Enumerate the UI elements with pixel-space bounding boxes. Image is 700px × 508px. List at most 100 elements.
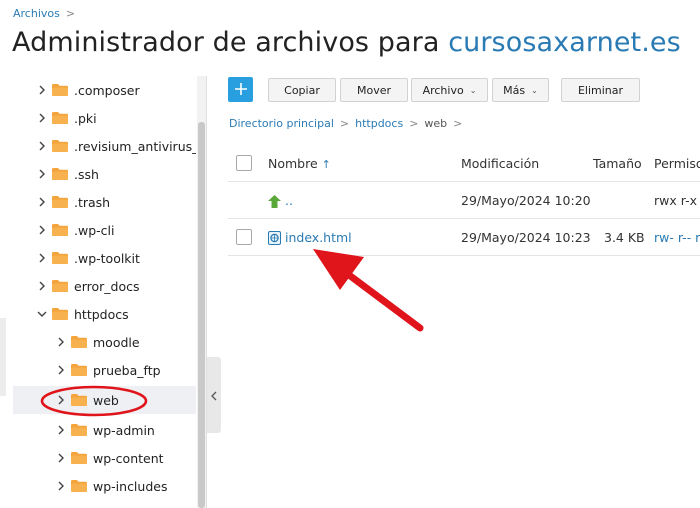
tree-item-trash[interactable]: .trash: [13, 188, 196, 216]
tree-item-label: moodle: [93, 334, 140, 350]
directory-breadcrumb: Directorio principal > httpdocs > web >: [229, 117, 468, 130]
folder-open-icon: [52, 308, 68, 320]
tree-item-label: .composer: [74, 82, 140, 98]
chevron-right-icon[interactable]: [36, 85, 48, 95]
move-button[interactable]: Mover: [340, 78, 408, 102]
permissions-link[interactable]: rw- r-- r: [654, 230, 700, 245]
parent-directory-link[interactable]: ..: [285, 193, 293, 208]
folder-icon: [52, 84, 68, 96]
chevron-down-icon[interactable]: [36, 310, 48, 318]
tree-item-wp-includes[interactable]: wp-includes: [13, 472, 196, 500]
chevron-right-icon[interactable]: [36, 253, 48, 263]
chevron-right-icon[interactable]: [55, 481, 67, 491]
chevron-right-icon[interactable]: [36, 225, 48, 235]
chevron-right-icon[interactable]: [36, 113, 48, 123]
breadcrumb-home-link[interactable]: Directorio principal: [229, 117, 334, 130]
more-menu-button[interactable]: Más ⌄: [492, 78, 549, 102]
chevron-right-icon[interactable]: [55, 365, 67, 375]
tree-item-label: .wp-toolkit: [74, 250, 140, 266]
chevron-right-icon[interactable]: [36, 169, 48, 179]
tree-item-label: .revisium_antivirus_ca: [74, 138, 196, 154]
up-arrow-icon: [268, 193, 281, 212]
tree-item-composer[interactable]: .composer: [13, 76, 196, 104]
folder-tree: .composer .pki .revisium_antivirus_ca .s…: [0, 76, 196, 508]
column-header-name[interactable]: Nombre ↑: [268, 156, 331, 171]
folder-icon: [71, 480, 87, 492]
chevron-right-icon[interactable]: [55, 453, 67, 463]
tree-item-label: .ssh: [74, 166, 99, 182]
chevron-right-icon[interactable]: [36, 281, 48, 291]
tree-item-label: wp-content: [93, 450, 164, 466]
column-header-modified-label: Modificación: [461, 156, 540, 171]
table-divider: [228, 218, 700, 219]
tree-item-label: wp-admin: [93, 422, 155, 438]
tree-item-httpdocs[interactable]: httpdocs: [13, 300, 196, 328]
tree-item-wp-content[interactable]: wp-content: [13, 444, 196, 472]
chevron-right-icon[interactable]: [55, 337, 67, 347]
delete-button[interactable]: Eliminar: [561, 78, 640, 102]
file-link-index-html[interactable]: index.html: [285, 230, 352, 245]
column-header-size-label: Tamaño: [593, 156, 642, 171]
left-panel-edge: [0, 318, 6, 396]
folder-icon: [52, 168, 68, 180]
tree-item-error-docs[interactable]: error_docs: [13, 272, 196, 300]
folder-icon: [52, 280, 68, 292]
chevron-down-icon: ⌄: [531, 85, 538, 95]
breadcrumb-files-link[interactable]: Archivos: [13, 7, 60, 20]
chevron-left-icon: [211, 386, 217, 405]
folder-icon: [71, 364, 87, 376]
breadcrumb-separator: >: [409, 117, 419, 130]
tree-item-ssh[interactable]: .ssh: [13, 160, 196, 188]
file-menu-label: Archivo: [422, 83, 464, 97]
chevron-right-icon[interactable]: [36, 197, 48, 207]
tree-item-wp-toolkit[interactable]: .wp-toolkit: [13, 244, 196, 272]
tree-item-pki[interactable]: .pki: [13, 104, 196, 132]
tree-item-wp-cli[interactable]: .wp-cli: [13, 216, 196, 244]
folder-icon: [52, 196, 68, 208]
chevron-right-icon[interactable]: [36, 141, 48, 151]
folder-icon: [71, 336, 87, 348]
tree-item-prueba-ftp[interactable]: prueba_ftp: [13, 356, 196, 384]
size-cell: 3.4 KB: [604, 230, 645, 245]
tree-item-label: wp-includes: [93, 478, 168, 494]
tree-item-revisium-antivirus[interactable]: .revisium_antivirus_ca: [13, 132, 196, 160]
folder-icon: [52, 252, 68, 264]
column-header-size[interactable]: Tamaño: [593, 156, 642, 171]
folder-icon: [71, 452, 87, 464]
add-button[interactable]: [228, 77, 253, 102]
modified-cell: 29/Mayo/2024 10:23: [461, 230, 591, 245]
collapse-panel-handle[interactable]: [207, 357, 221, 433]
tree-item-label: web: [93, 392, 119, 408]
chevron-right-icon[interactable]: [55, 395, 67, 405]
move-button-label: Mover: [356, 83, 392, 97]
modified-cell: 29/Mayo/2024 10:20: [461, 193, 591, 208]
tree-item-web[interactable]: web: [13, 386, 196, 414]
page-title-domain: cursosaxarnet.es: [448, 27, 681, 58]
chevron-down-icon: ⌄: [469, 85, 477, 95]
sort-ascending-icon: ↑: [321, 158, 331, 171]
annotation-arrow: [313, 249, 424, 332]
folder-icon: [52, 224, 68, 236]
delete-button-label: Eliminar: [577, 83, 624, 97]
page-title-prefix: Administrador de archivos para: [12, 27, 449, 58]
tree-item-label: error_docs: [74, 278, 140, 294]
breadcrumb-current: web: [424, 117, 448, 130]
tree-item-wp-admin[interactable]: wp-admin: [13, 416, 196, 444]
row-checkbox[interactable]: [236, 229, 252, 245]
plus-icon: [234, 80, 247, 99]
column-header-modified[interactable]: Modificación: [461, 156, 539, 171]
file-menu-button[interactable]: Archivo ⌄: [411, 78, 488, 102]
tree-item-label: .pki: [74, 110, 97, 126]
tree-item-moodle[interactable]: moodle: [13, 328, 196, 356]
column-header-permissions[interactable]: Permiso: [654, 156, 700, 171]
tree-scrollbar-thumb[interactable]: [198, 122, 205, 508]
chevron-right-icon[interactable]: [55, 425, 67, 435]
breadcrumb: Archivos >: [13, 7, 75, 20]
select-all-checkbox[interactable]: [236, 155, 252, 171]
breadcrumb-httpdocs-link[interactable]: httpdocs: [355, 117, 403, 130]
tree-item-label: .trash: [74, 194, 111, 210]
html-file-icon: [268, 230, 281, 249]
copy-button[interactable]: Copiar: [268, 78, 336, 102]
column-header-permissions-label: Permiso: [654, 156, 700, 171]
tree-item-label: httpdocs: [74, 306, 129, 322]
